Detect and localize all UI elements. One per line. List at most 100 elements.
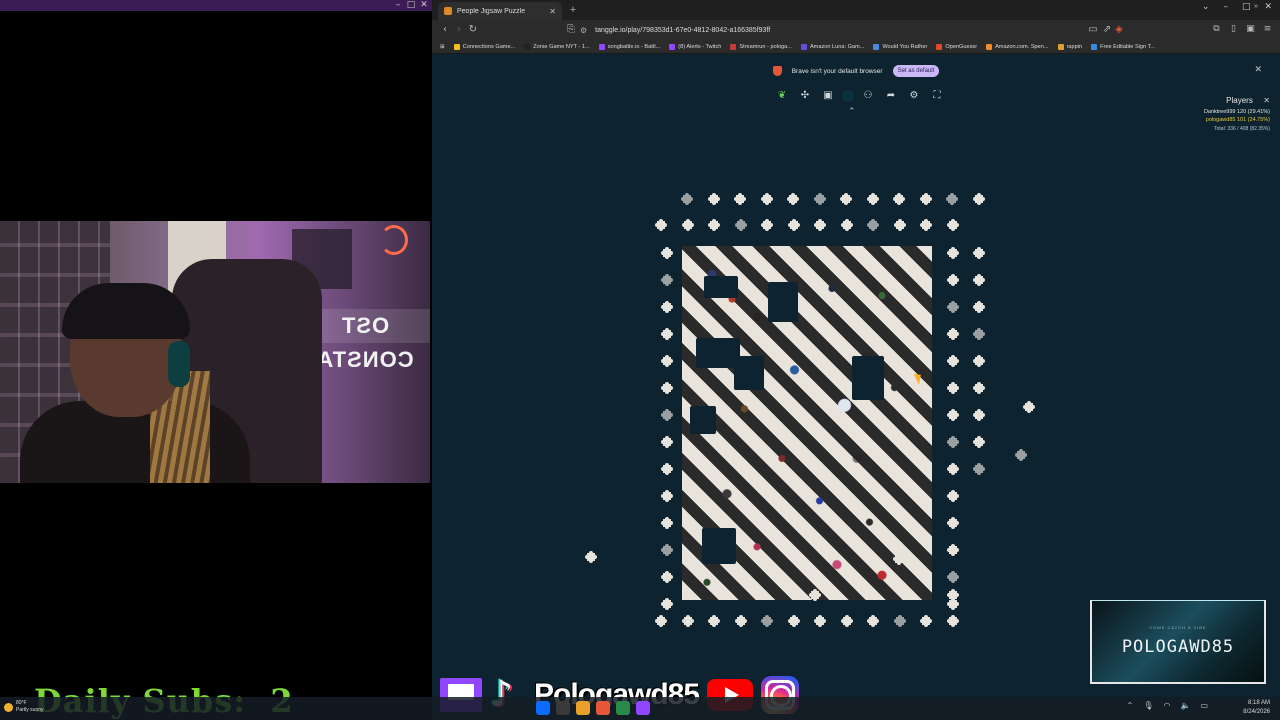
- puzzle-piece[interactable]: [972, 246, 986, 260]
- minimize-icon[interactable]: –: [1223, 2, 1228, 12]
- settings-gear-icon[interactable]: ⚙: [906, 88, 922, 104]
- puzzle-piece[interactable]: [946, 489, 960, 503]
- puzzle-piece[interactable]: [839, 192, 853, 206]
- puzzle-piece[interactable]: [972, 300, 986, 314]
- puzzle-piece[interactable]: [660, 273, 674, 287]
- bookmark-item[interactable]: Streamrun - pologa...: [730, 43, 792, 50]
- puzzle-piece[interactable]: [946, 408, 960, 422]
- volume-icon[interactable]: 🔈: [1180, 701, 1190, 710]
- bookmark-item[interactable]: Free Editable Sign T...: [1091, 43, 1155, 50]
- puzzle-piece[interactable]: [893, 218, 907, 232]
- menu-icon[interactable]: ≡: [1263, 24, 1272, 35]
- puzzle-piece[interactable]: [660, 543, 674, 557]
- puzzle-piece[interactable]: [707, 218, 721, 232]
- puzzle-piece[interactable]: [733, 192, 747, 206]
- puzzle-piece[interactable]: [972, 354, 986, 368]
- forward-icon[interactable]: ›: [452, 23, 466, 37]
- extensions-icon[interactable]: ⧉: [1212, 24, 1221, 35]
- puzzle-piece[interactable]: [972, 462, 986, 476]
- puzzle-piece[interactable]: [946, 614, 960, 628]
- share-icon[interactable]: ➦: [883, 88, 899, 104]
- sidebar-icon[interactable]: ▯: [1229, 24, 1238, 35]
- tab-list-chevron-icon[interactable]: ⌄: [1202, 2, 1210, 12]
- bookmark-item[interactable]: OpenGuessr: [936, 43, 977, 50]
- puzzle-piece[interactable]: [813, 192, 827, 206]
- puzzle-piece[interactable]: [660, 597, 674, 611]
- puzzle-piece[interactable]: [660, 462, 674, 476]
- puzzle-piece[interactable]: [734, 218, 748, 232]
- puzzle-piece[interactable]: [972, 435, 986, 449]
- puzzle-piece[interactable]: [734, 614, 748, 628]
- puzzle-piece[interactable]: [946, 273, 960, 287]
- puzzle-piece[interactable]: [946, 543, 960, 557]
- puzzle-piece[interactable]: [893, 614, 907, 628]
- puzzle-piece[interactable]: [946, 462, 960, 476]
- puzzle-piece[interactable]: [660, 408, 674, 422]
- puzzle-piece[interactable]: [660, 381, 674, 395]
- maximize-icon[interactable]: □: [1242, 2, 1251, 12]
- puzzle-piece[interactable]: [681, 614, 695, 628]
- close-icon[interactable]: ✕: [418, 0, 430, 11]
- tanggle-logo-icon[interactable]: ❦: [774, 88, 790, 104]
- puzzle-piece[interactable]: [866, 192, 880, 206]
- puzzle-piece[interactable]: [584, 550, 598, 564]
- puzzle-piece[interactable]: [919, 192, 933, 206]
- bookmark-item[interactable]: Amazon.com. Spen...: [986, 43, 1049, 50]
- puzzle-piece[interactable]: [660, 570, 674, 584]
- assembled-puzzle-image[interactable]: [682, 246, 932, 600]
- chevron-up-icon[interactable]: ⌃: [1127, 701, 1134, 710]
- background-color-icon[interactable]: [843, 91, 853, 101]
- puzzle-piece[interactable]: [1014, 448, 1028, 462]
- puzzle-piece[interactable]: [866, 614, 880, 628]
- bookmarks-overflow-icon[interactable]: »: [1254, 3, 1258, 10]
- tab-close-icon[interactable]: ✕: [549, 7, 556, 16]
- collapse-toolbar-icon[interactable]: ⌃: [848, 107, 856, 117]
- puzzle-piece[interactable]: [946, 588, 960, 602]
- puzzle-piece[interactable]: [946, 381, 960, 395]
- brave-icon[interactable]: [596, 701, 610, 715]
- infobar-close-icon[interactable]: ✕: [1254, 65, 1262, 75]
- bookmark-item[interactable]: Connections Game...: [453, 43, 515, 50]
- puzzle-piece[interactable]: [892, 192, 906, 206]
- taskbar-clock[interactable]: 8:18 AM 8/24/2026: [1230, 699, 1270, 717]
- puzzle-piece[interactable]: [972, 381, 986, 395]
- battery-icon[interactable]: ▭: [1200, 701, 1208, 710]
- puzzle-piece[interactable]: [972, 327, 986, 341]
- close-window-icon[interactable]: ✕: [1264, 2, 1272, 12]
- puzzle-piece[interactable]: [654, 218, 668, 232]
- reload-icon[interactable]: ↻: [466, 23, 480, 37]
- players-icon[interactable]: ⚇: [860, 88, 876, 104]
- set-default-button[interactable]: Set as default: [892, 65, 940, 77]
- puzzle-piece[interactable]: [840, 614, 854, 628]
- puzzle-piece[interactable]: [945, 192, 959, 206]
- apps-grid-icon[interactable]: ⊞: [440, 44, 445, 50]
- puzzle-piece[interactable]: [892, 552, 906, 566]
- image-preview-icon[interactable]: ▣: [820, 88, 836, 104]
- puzzle-piece[interactable]: [813, 218, 827, 232]
- bookmark-item[interactable]: Amazon Luna: Gam...: [800, 43, 864, 50]
- puzzle-piece[interactable]: [760, 614, 774, 628]
- network-icon[interactable]: ◠: [1163, 701, 1170, 710]
- address-bar[interactable]: ⚙ tanggle.io/play/798353d1-67e0-4812-804…: [580, 23, 1132, 37]
- puzzle-piece[interactable]: [660, 327, 674, 341]
- puzzle-piece[interactable]: [660, 516, 674, 530]
- puzzle-piece[interactable]: [946, 516, 960, 530]
- puzzle-piece[interactable]: [946, 218, 960, 232]
- microphone-icon[interactable]: 🎙: [1143, 701, 1153, 710]
- puzzle-piece[interactable]: [972, 273, 986, 287]
- bookmark-item[interactable]: rappin: [1057, 43, 1082, 50]
- puzzle-piece[interactable]: [660, 354, 674, 368]
- reader-mode-icon[interactable]: ▭: [1086, 23, 1100, 37]
- puzzle-piece[interactable]: [680, 192, 694, 206]
- puzzle-piece[interactable]: [808, 588, 822, 602]
- puzzle-piece[interactable]: [919, 218, 933, 232]
- bookmark-item[interactable]: (8) Alerts - Twitch: [669, 43, 721, 50]
- site-info-icon[interactable]: ⚙: [580, 26, 587, 35]
- bookmark-item[interactable]: Would You Rather: [873, 43, 927, 50]
- fullscreen-icon[interactable]: ⛶: [929, 88, 945, 104]
- maximize-icon[interactable]: □: [405, 0, 417, 11]
- brave-shields-icon[interactable]: ◈: [1112, 23, 1126, 37]
- puzzle-piece[interactable]: [946, 435, 960, 449]
- back-icon[interactable]: ‹: [438, 23, 452, 37]
- puzzle-piece[interactable]: [660, 489, 674, 503]
